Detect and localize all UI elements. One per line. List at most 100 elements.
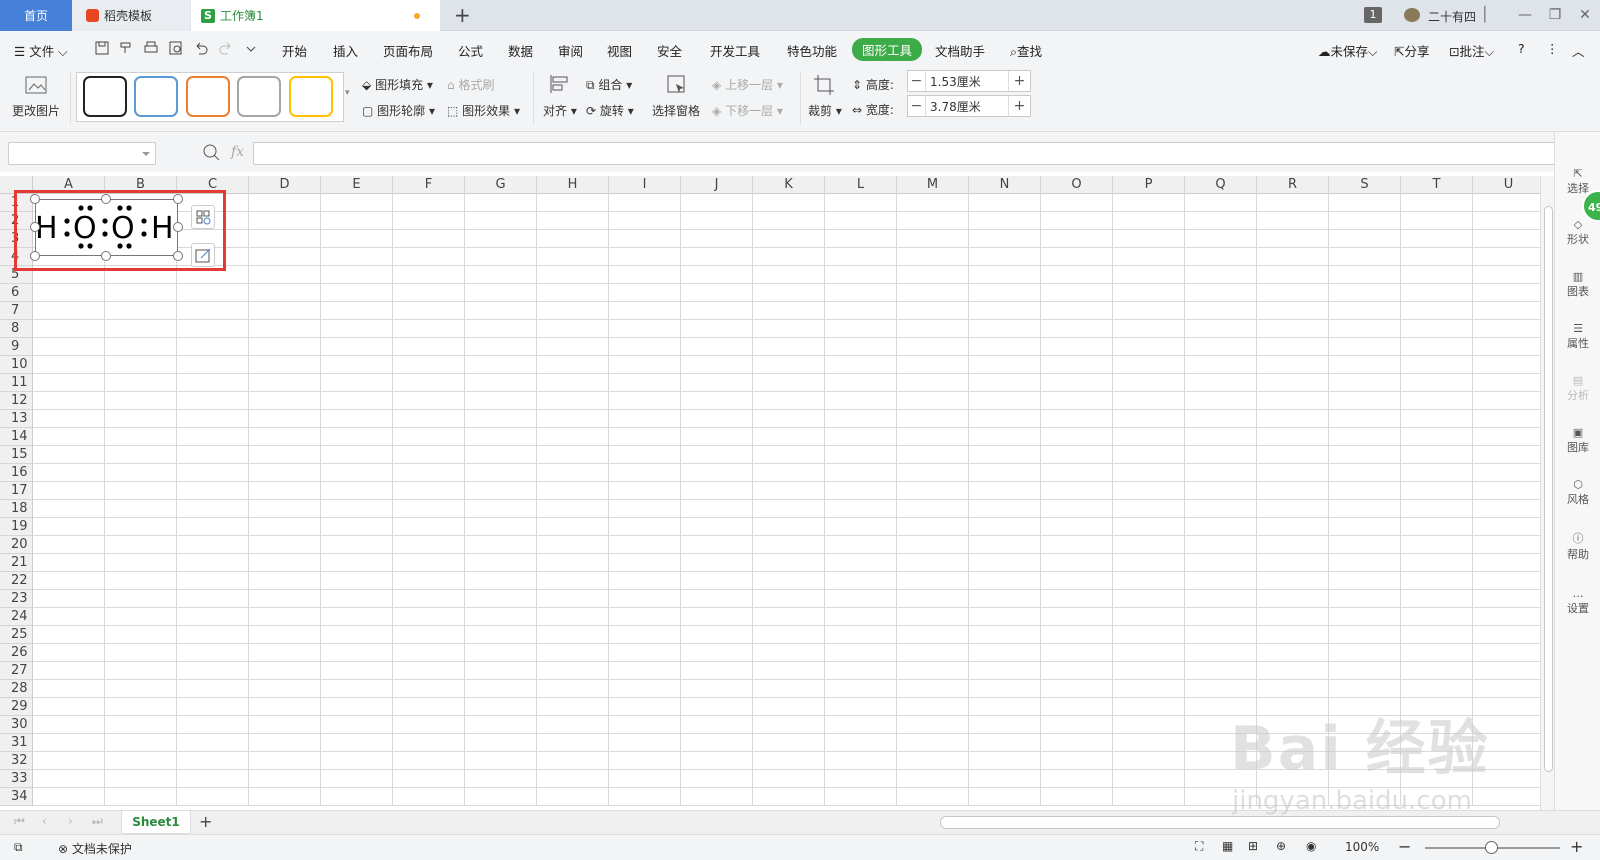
- menu-security[interactable]: 安全: [657, 41, 682, 60]
- row-header[interactable]: 10: [0, 356, 32, 374]
- vertical-scrollbar[interactable]: [1540, 176, 1554, 810]
- height-increase-button[interactable]: +: [1008, 71, 1030, 91]
- menu-insert[interactable]: 插入: [333, 41, 358, 60]
- menu-page-layout[interactable]: 页面布局: [383, 41, 433, 60]
- panel-help[interactable]: ⓘ 帮助: [1555, 530, 1600, 562]
- page-break-view-icon[interactable]: ⊞: [1248, 839, 1258, 853]
- panel-settings[interactable]: … 设置: [1555, 587, 1600, 616]
- panel-properties[interactable]: ☰ 属性: [1555, 322, 1600, 351]
- height-value[interactable]: 1.53厘米: [926, 73, 1008, 90]
- print-preview-icon[interactable]: [168, 40, 186, 58]
- zoom-in-icon[interactable]: +: [1570, 837, 1583, 856]
- column-header[interactable]: J: [681, 176, 753, 194]
- annotate-button[interactable]: ⊡批注⌵: [1449, 41, 1494, 60]
- vertical-scroll-thumb[interactable]: [1544, 206, 1553, 772]
- row-header[interactable]: 20: [0, 536, 32, 554]
- sheet-nav-first-icon[interactable]: ⏮: [14, 814, 25, 829]
- tab-template[interactable]: 稻壳模板: [72, 0, 190, 31]
- crop-button[interactable]: 裁剪 ▾: [808, 102, 842, 119]
- column-header[interactable]: L: [825, 176, 897, 194]
- menu-doc-helper[interactable]: 文档助手: [935, 41, 985, 60]
- share-button[interactable]: ⇱分享: [1394, 41, 1430, 60]
- formula-input[interactable]: [253, 142, 1555, 165]
- undo-icon[interactable]: [193, 40, 211, 58]
- style-swatch-blue[interactable]: [134, 76, 178, 117]
- file-menu[interactable]: ☰ 文件 ⌵: [14, 41, 68, 60]
- restore-icon[interactable]: ❐: [1540, 4, 1570, 26]
- zoom-level[interactable]: 100%: [1345, 840, 1379, 854]
- row-header[interactable]: 24: [0, 608, 32, 626]
- menu-formula[interactable]: 公式: [458, 41, 483, 60]
- panel-shapes[interactable]: ◇ 形状: [1555, 218, 1600, 247]
- quick-access-dropdown-icon[interactable]: [243, 40, 261, 58]
- row-header[interactable]: 30: [0, 716, 32, 734]
- column-header[interactable]: E: [321, 176, 393, 194]
- change-picture-button[interactable]: 更改图片: [12, 102, 60, 119]
- change-picture-icon[interactable]: [24, 73, 50, 99]
- row-header[interactable]: 29: [0, 698, 32, 716]
- row-header[interactable]: 31: [0, 734, 32, 752]
- column-header[interactable]: O: [1041, 176, 1113, 194]
- zoom-out-icon[interactable]: −: [1398, 837, 1411, 856]
- width-stepper[interactable]: −3.78厘米 +: [907, 95, 1031, 117]
- column-header[interactable]: G: [465, 176, 537, 194]
- group-button[interactable]: ⧉ 组合 ▾: [586, 76, 632, 93]
- row-header[interactable]: 17: [0, 482, 32, 500]
- lewis-structure-image[interactable]: H O O H: [35, 199, 178, 256]
- align-button[interactable]: 对齐 ▾: [543, 102, 577, 119]
- row-header[interactable]: 11: [0, 374, 32, 392]
- gallery-expand-icon[interactable]: ▾: [345, 88, 350, 98]
- add-sheet-icon[interactable]: +: [199, 812, 212, 831]
- row-header[interactable]: 26: [0, 644, 32, 662]
- macro-icon[interactable]: ⧉: [14, 840, 23, 855]
- format-painter-icon[interactable]: [118, 40, 136, 58]
- resize-handle[interactable]: [101, 194, 111, 204]
- reading-mode-icon[interactable]: ⊕: [1276, 839, 1286, 853]
- resize-handle[interactable]: [173, 222, 183, 232]
- row-header[interactable]: 25: [0, 626, 32, 644]
- row-header[interactable]: 23: [0, 590, 32, 608]
- avatar[interactable]: [1404, 8, 1420, 22]
- fullscreen-icon[interactable]: ⛶: [1195, 839, 1203, 854]
- style-swatch-gray[interactable]: [237, 76, 281, 117]
- sheet-nav-next-icon[interactable]: ›: [68, 814, 73, 828]
- window-count-badge[interactable]: 1: [1364, 7, 1382, 23]
- row-header[interactable]: 22: [0, 572, 32, 590]
- style-swatch-orange[interactable]: [186, 76, 230, 117]
- row-header[interactable]: 18: [0, 500, 32, 518]
- align-icon[interactable]: [548, 73, 570, 95]
- minimize-icon[interactable]: —: [1510, 4, 1540, 26]
- resize-handle[interactable]: [101, 251, 111, 261]
- column-header[interactable]: S: [1329, 176, 1401, 194]
- column-header[interactable]: T: [1401, 176, 1473, 194]
- row-header[interactable]: 34: [0, 788, 32, 806]
- column-header[interactable]: H: [537, 176, 609, 194]
- column-header[interactable]: P: [1113, 176, 1185, 194]
- menu-search[interactable]: ⌕查找: [1010, 41, 1042, 60]
- height-stepper[interactable]: −1.53厘米 +: [907, 70, 1031, 92]
- close-icon[interactable]: ✕: [1570, 4, 1600, 26]
- column-header[interactable]: F: [393, 176, 465, 194]
- row-header[interactable]: 9: [0, 338, 32, 356]
- row-header[interactable]: 13: [0, 410, 32, 428]
- row-header[interactable]: 6: [0, 284, 32, 302]
- row-header[interactable]: 33: [0, 770, 32, 788]
- user-name[interactable]: 二十有四: [1428, 8, 1476, 25]
- row-header[interactable]: 14: [0, 428, 32, 446]
- panel-style[interactable]: ⬡ 风格: [1555, 478, 1600, 507]
- panel-chart[interactable]: ▥ 图表: [1555, 270, 1600, 299]
- menu-special[interactable]: 特色功能: [787, 41, 837, 60]
- sheet-nav-last-icon[interactable]: ⏭: [92, 814, 103, 829]
- selection-pane-button[interactable]: 选择窗格: [652, 102, 700, 119]
- column-header[interactable]: Q: [1185, 176, 1257, 194]
- new-tab-plus-icon[interactable]: +: [454, 3, 471, 27]
- panel-gallery[interactable]: ▣ 图库: [1555, 426, 1600, 455]
- shape-style-gallery[interactable]: [76, 72, 344, 122]
- column-header[interactable]: R: [1257, 176, 1329, 194]
- shape-outline-button[interactable]: ▢ 图形轮廓 ▾: [362, 102, 435, 119]
- row-header[interactable]: 8: [0, 320, 32, 338]
- sheet-tab-sheet1[interactable]: Sheet1: [121, 811, 191, 834]
- column-header[interactable]: D: [249, 176, 321, 194]
- selection-pane-icon[interactable]: [665, 73, 689, 97]
- tab-workbook[interactable]: S 工作簿1: [191, 0, 440, 31]
